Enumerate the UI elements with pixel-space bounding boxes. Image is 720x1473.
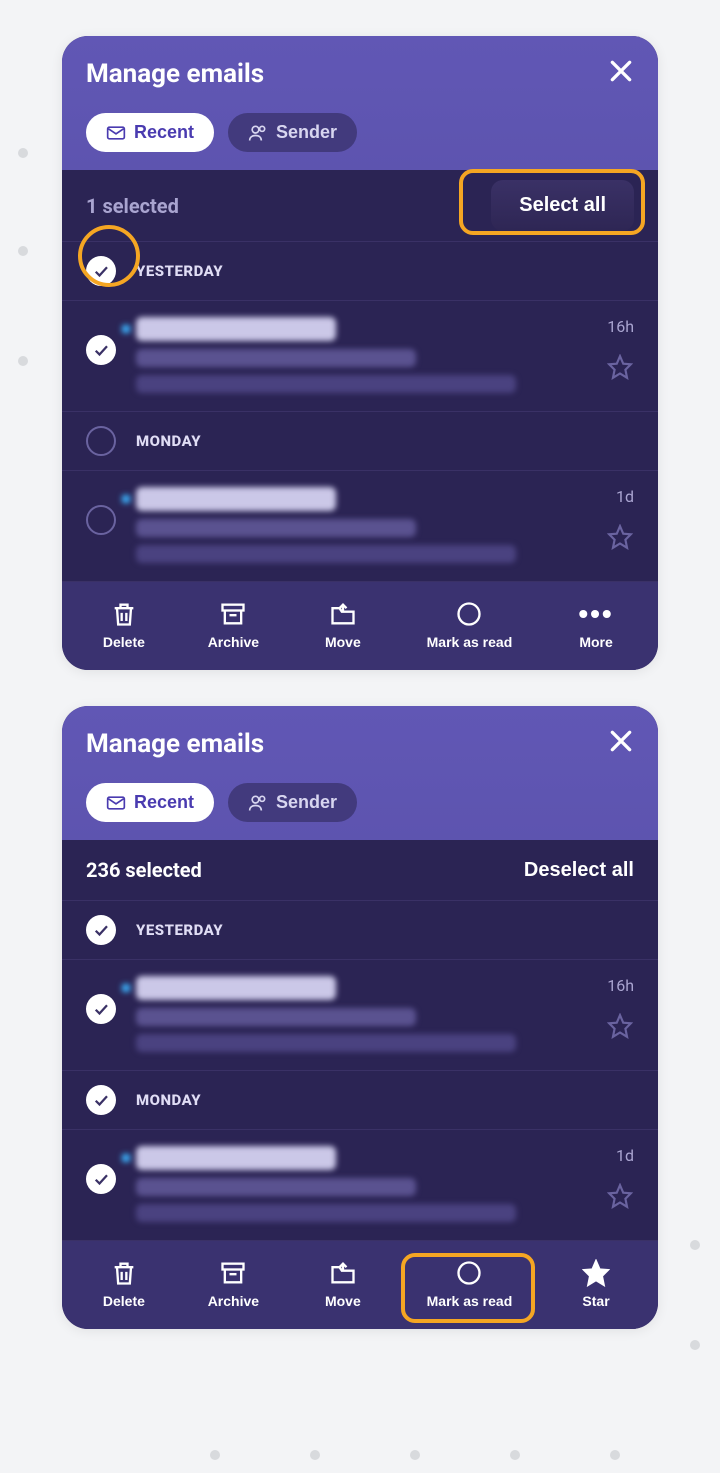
group-label: MONDAY xyxy=(136,432,201,450)
filter-recent[interactable]: Recent xyxy=(86,113,214,152)
star-button[interactable] xyxy=(606,1183,634,1211)
email-checkbox[interactable] xyxy=(86,505,116,535)
email-preview xyxy=(136,545,516,563)
close-icon xyxy=(608,58,634,84)
action-toolbar: Delete Archive Move Mark as read Star xyxy=(62,1241,658,1329)
trash-icon xyxy=(110,1259,138,1287)
star-outline-icon xyxy=(607,1013,633,1039)
group-checkbox[interactable] xyxy=(86,256,116,286)
email-subject xyxy=(136,349,416,367)
star-button[interactable] xyxy=(606,1013,634,1041)
selection-count: 1 selected xyxy=(86,194,179,218)
email-row[interactable]: 1d xyxy=(62,1130,658,1241)
email-row[interactable]: 1d xyxy=(62,471,658,582)
group-label: YESTERDAY xyxy=(136,262,223,280)
star-outline-icon xyxy=(607,354,633,380)
delete-button[interactable]: Delete xyxy=(92,1255,156,1313)
close-icon xyxy=(608,728,634,754)
email-sender xyxy=(136,487,336,511)
email-time: 1d xyxy=(616,1146,634,1165)
move-button[interactable]: Move xyxy=(311,1255,375,1313)
folder-move-icon xyxy=(329,1259,357,1287)
select-all-button[interactable]: Select all xyxy=(491,180,634,231)
email-checkbox[interactable] xyxy=(86,1164,116,1194)
group-header-yesterday: YESTERDAY xyxy=(62,241,658,301)
group-checkbox[interactable] xyxy=(86,426,116,456)
archive-button[interactable]: Archive xyxy=(200,596,267,654)
page-title: Manage emails xyxy=(86,729,264,759)
email-checkbox[interactable] xyxy=(86,335,116,365)
group-label: YESTERDAY xyxy=(136,921,223,939)
more-button[interactable]: ••• More xyxy=(564,596,628,654)
circle-icon xyxy=(455,600,483,628)
people-icon xyxy=(248,793,268,813)
deselect-all-button[interactable]: Deselect all xyxy=(524,859,634,882)
group-header-monday: MONDAY xyxy=(62,1071,658,1130)
email-subject xyxy=(136,1178,416,1196)
email-checkbox[interactable] xyxy=(86,994,116,1024)
email-time: 16h xyxy=(607,976,634,995)
group-label: MONDAY xyxy=(136,1091,201,1109)
group-checkbox[interactable] xyxy=(86,915,116,945)
star-outline-icon xyxy=(607,1183,633,1209)
close-button[interactable] xyxy=(608,728,634,759)
mail-icon xyxy=(106,123,126,143)
check-icon xyxy=(92,1170,110,1188)
filter-recent[interactable]: Recent xyxy=(86,783,214,822)
close-button[interactable] xyxy=(608,58,634,89)
trash-icon xyxy=(110,600,138,628)
email-preview xyxy=(136,1034,516,1052)
star-button[interactable] xyxy=(606,524,634,552)
archive-icon xyxy=(219,1259,247,1287)
check-icon xyxy=(92,1000,110,1018)
mark-read-button[interactable]: Mark as read xyxy=(419,1255,521,1313)
email-subject xyxy=(136,1008,416,1026)
email-time: 16h xyxy=(607,317,634,336)
group-header-yesterday: YESTERDAY xyxy=(62,900,658,960)
people-icon xyxy=(248,123,268,143)
archive-icon xyxy=(219,600,247,628)
archive-button[interactable]: Archive xyxy=(200,1255,267,1313)
email-time: 1d xyxy=(616,487,634,506)
email-subject xyxy=(136,519,416,537)
email-sender xyxy=(136,317,336,341)
email-preview xyxy=(136,1204,516,1222)
manage-emails-panel: Manage emails Recent Sender 1 selected S… xyxy=(62,36,658,670)
email-row[interactable]: 16h xyxy=(62,301,658,412)
star-action-button[interactable]: Star xyxy=(564,1255,628,1313)
mail-icon xyxy=(106,793,126,813)
mark-read-button[interactable]: Mark as read xyxy=(419,596,521,654)
check-icon xyxy=(92,921,110,939)
star-outline-icon xyxy=(607,524,633,550)
page-title: Manage emails xyxy=(86,59,264,89)
folder-move-icon xyxy=(329,600,357,628)
move-button[interactable]: Move xyxy=(311,596,375,654)
filter-sender[interactable]: Sender xyxy=(228,113,357,152)
check-icon xyxy=(92,1091,110,1109)
check-icon xyxy=(92,341,110,359)
star-filled-icon xyxy=(582,1259,610,1287)
group-checkbox[interactable] xyxy=(86,1085,116,1115)
check-icon xyxy=(92,262,110,280)
email-preview xyxy=(136,375,516,393)
manage-emails-panel: Manage emails Recent Sender 236 selected… xyxy=(62,706,658,1329)
delete-button[interactable]: Delete xyxy=(92,596,156,654)
circle-icon xyxy=(455,1259,483,1287)
dots-icon: ••• xyxy=(578,600,613,628)
star-button[interactable] xyxy=(606,354,634,382)
group-header-monday: MONDAY xyxy=(62,412,658,471)
email-sender xyxy=(136,1146,336,1170)
email-sender xyxy=(136,976,336,1000)
filter-sender[interactable]: Sender xyxy=(228,783,357,822)
email-row[interactable]: 16h xyxy=(62,960,658,1071)
selection-count: 236 selected xyxy=(86,858,202,882)
action-toolbar: Delete Archive Move Mark as read ••• Mor… xyxy=(62,582,658,670)
